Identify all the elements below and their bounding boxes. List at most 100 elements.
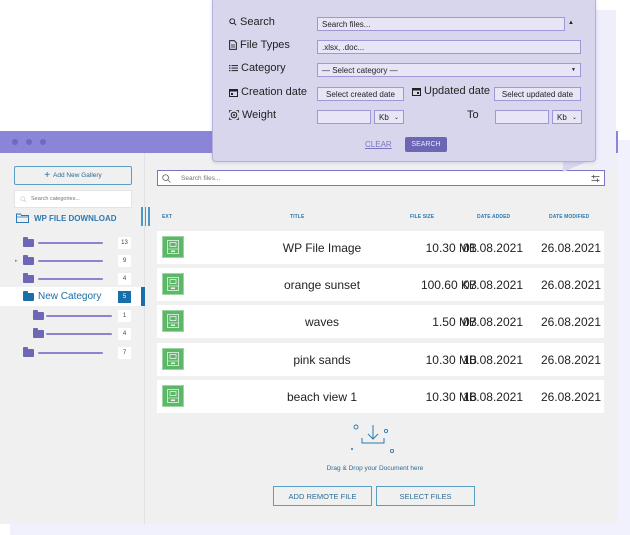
select-files-button[interactable]: SELECT FILES (376, 486, 475, 506)
weight-from-input[interactable] (317, 110, 371, 124)
file-date-added: 07.08.2021 (462, 314, 523, 329)
created-date-button-text: Select created date (326, 89, 395, 99)
category-tree-item[interactable]: ▸ 9 (0, 253, 145, 268)
file-types-label-text: File Types (240, 39, 290, 51)
folder-icon (23, 236, 34, 247)
category-select[interactable]: — Select category — ▼ (317, 63, 581, 77)
category-tree-item[interactable]: 7 (0, 345, 145, 360)
calendar-icon (229, 88, 238, 97)
root-category-wp-file-download[interactable]: WP FILE DOWNLOAD (16, 213, 117, 223)
file-row[interactable]: pink sands 10.30 MB 10.08.2021 26.08.202… (157, 343, 604, 376)
image-file-icon (162, 236, 184, 258)
root-category-label: WP FILE DOWNLOAD (34, 213, 117, 223)
image-file-icon (162, 385, 184, 407)
file-types-label: File Types (229, 39, 290, 51)
file-row[interactable]: orange sunset 100.60 KB 07.08.2021 26.08… (157, 268, 604, 301)
category-name-placeholder (46, 332, 112, 335)
creation-date-label: Creation date (229, 86, 307, 98)
updated-date-label-text: Updated date (424, 85, 491, 97)
weight-to-unit-select[interactable]: Kb ⌄ (552, 110, 582, 124)
calendar-icon (412, 87, 421, 96)
category-tree-item[interactable]: 4 (0, 326, 145, 341)
file-search-bar[interactable] (157, 170, 605, 186)
category-sidebar: + Add New Gallery WP FILE DOWNLOAD 13 ▸ (0, 153, 145, 524)
folder-open-icon (16, 213, 29, 223)
folder-icon (23, 254, 34, 265)
column-header-date-added[interactable]: DATE ADDED (477, 214, 510, 220)
category-count-badge: 9 (118, 254, 131, 267)
window-dot-icon[interactable] (26, 139, 32, 145)
file-icon (229, 40, 237, 50)
add-remote-file-button[interactable]: ADD REMOTE FILE (273, 486, 372, 506)
folder-icon (33, 327, 44, 338)
column-header-date-modified[interactable]: DATE MODIFIED (549, 214, 589, 220)
sidebar-resize-handle[interactable] (141, 207, 151, 226)
weight-to-unit-value: Kb (557, 112, 567, 122)
weight-to-input[interactable] (495, 110, 549, 124)
weight-from-unit-select[interactable]: Kb ⌄ (374, 110, 404, 124)
category-tree-item[interactable]: 1 (0, 308, 145, 323)
category-name-placeholder (38, 277, 103, 280)
window-dot-icon[interactable] (40, 139, 46, 145)
category-count-badge: 7 (118, 346, 131, 359)
column-header-file-size[interactable]: FILE SIZE (410, 214, 434, 220)
search-filter-label: Search (229, 16, 275, 28)
image-file-icon (162, 310, 184, 332)
file-date-added: 16.08.2021 (462, 389, 523, 404)
filter-toggle-icon[interactable] (591, 174, 600, 183)
search-icon (162, 173, 171, 183)
file-row[interactable]: beach view 1 10.30 MB 16.08.2021 26.08.2… (157, 380, 604, 413)
category-tree-item[interactable]: 13 (0, 235, 145, 250)
filter-search-button[interactable]: SEARCH (405, 137, 447, 152)
chevron-down-icon: ⌄ (571, 114, 577, 121)
expand-caret-icon[interactable]: ▸ (15, 258, 18, 264)
file-types-placeholder: .xlsx, .doc... (322, 42, 365, 52)
image-file-icon (162, 273, 184, 295)
folder-icon (23, 346, 34, 357)
category-count-badge: 1 (118, 309, 131, 322)
image-file-icon (162, 348, 184, 370)
file-date-modified: 26.08.2021 (540, 389, 601, 404)
updated-date-label: Updated date (412, 85, 490, 97)
clear-filters-link[interactable]: CLEAR (365, 140, 392, 149)
collapse-filter-icon[interactable]: ▲ (568, 20, 574, 26)
column-header-title[interactable]: TITLE (290, 214, 304, 220)
weight-to-label: To (467, 109, 479, 121)
chevron-down-icon: ⌄ (393, 114, 399, 121)
weight-label: Weight (229, 109, 276, 121)
category-count-badge: 4 (118, 272, 131, 285)
category-tree-item-new-category[interactable]: New Category 5 (0, 287, 145, 306)
category-search-box[interactable] (14, 190, 132, 208)
weight-from-unit-value: Kb (379, 112, 389, 122)
file-row[interactable]: waves 1.50 MB 07.08.2021 26.08.2021 (157, 305, 604, 338)
filter-search-placeholder: Search files... (322, 19, 371, 29)
add-new-gallery-button[interactable]: + Add New Gallery (14, 166, 132, 185)
file-types-input[interactable]: .xlsx, .doc... (317, 40, 581, 54)
plus-icon: + (44, 169, 51, 181)
app-window: + Add New Gallery WP FILE DOWNLOAD 13 ▸ (0, 131, 618, 524)
active-category-indicator (141, 287, 145, 306)
category-tree-item[interactable]: 4 (0, 271, 145, 286)
upload-drop-icon (351, 424, 395, 454)
dropdown-arrow-icon: ▼ (571, 67, 576, 73)
category-search-input[interactable] (31, 196, 126, 202)
file-row[interactable]: WP File Image 10.30 MB 01.08.2021 26.08.… (157, 231, 604, 264)
column-header-ext[interactable]: EXT (162, 214, 172, 220)
search-label-text: Search (240, 16, 275, 28)
select-created-date-button[interactable]: Select created date (317, 87, 404, 101)
file-date-added: 01.08.2021 (462, 240, 523, 255)
weight-icon (229, 110, 239, 120)
filter-search-input[interactable]: Search files... (317, 17, 565, 31)
weight-label-text: Weight (242, 109, 277, 121)
select-updated-date-button[interactable]: Select updated date (494, 87, 581, 101)
category-count-badge: 13 (118, 236, 131, 249)
updated-date-button-text: Select updated date (501, 89, 574, 99)
file-search-input[interactable] (181, 174, 581, 182)
search-icon (229, 18, 237, 26)
advanced-filter-panel: Search Search files... ▲ File Types .xls… (212, 0, 596, 162)
category-count-badge: 4 (118, 327, 131, 340)
window-dot-icon[interactable] (12, 139, 18, 145)
file-date-modified: 26.08.2021 (540, 314, 601, 329)
folder-icon (33, 309, 44, 320)
category-count-badge: 5 (118, 290, 131, 303)
